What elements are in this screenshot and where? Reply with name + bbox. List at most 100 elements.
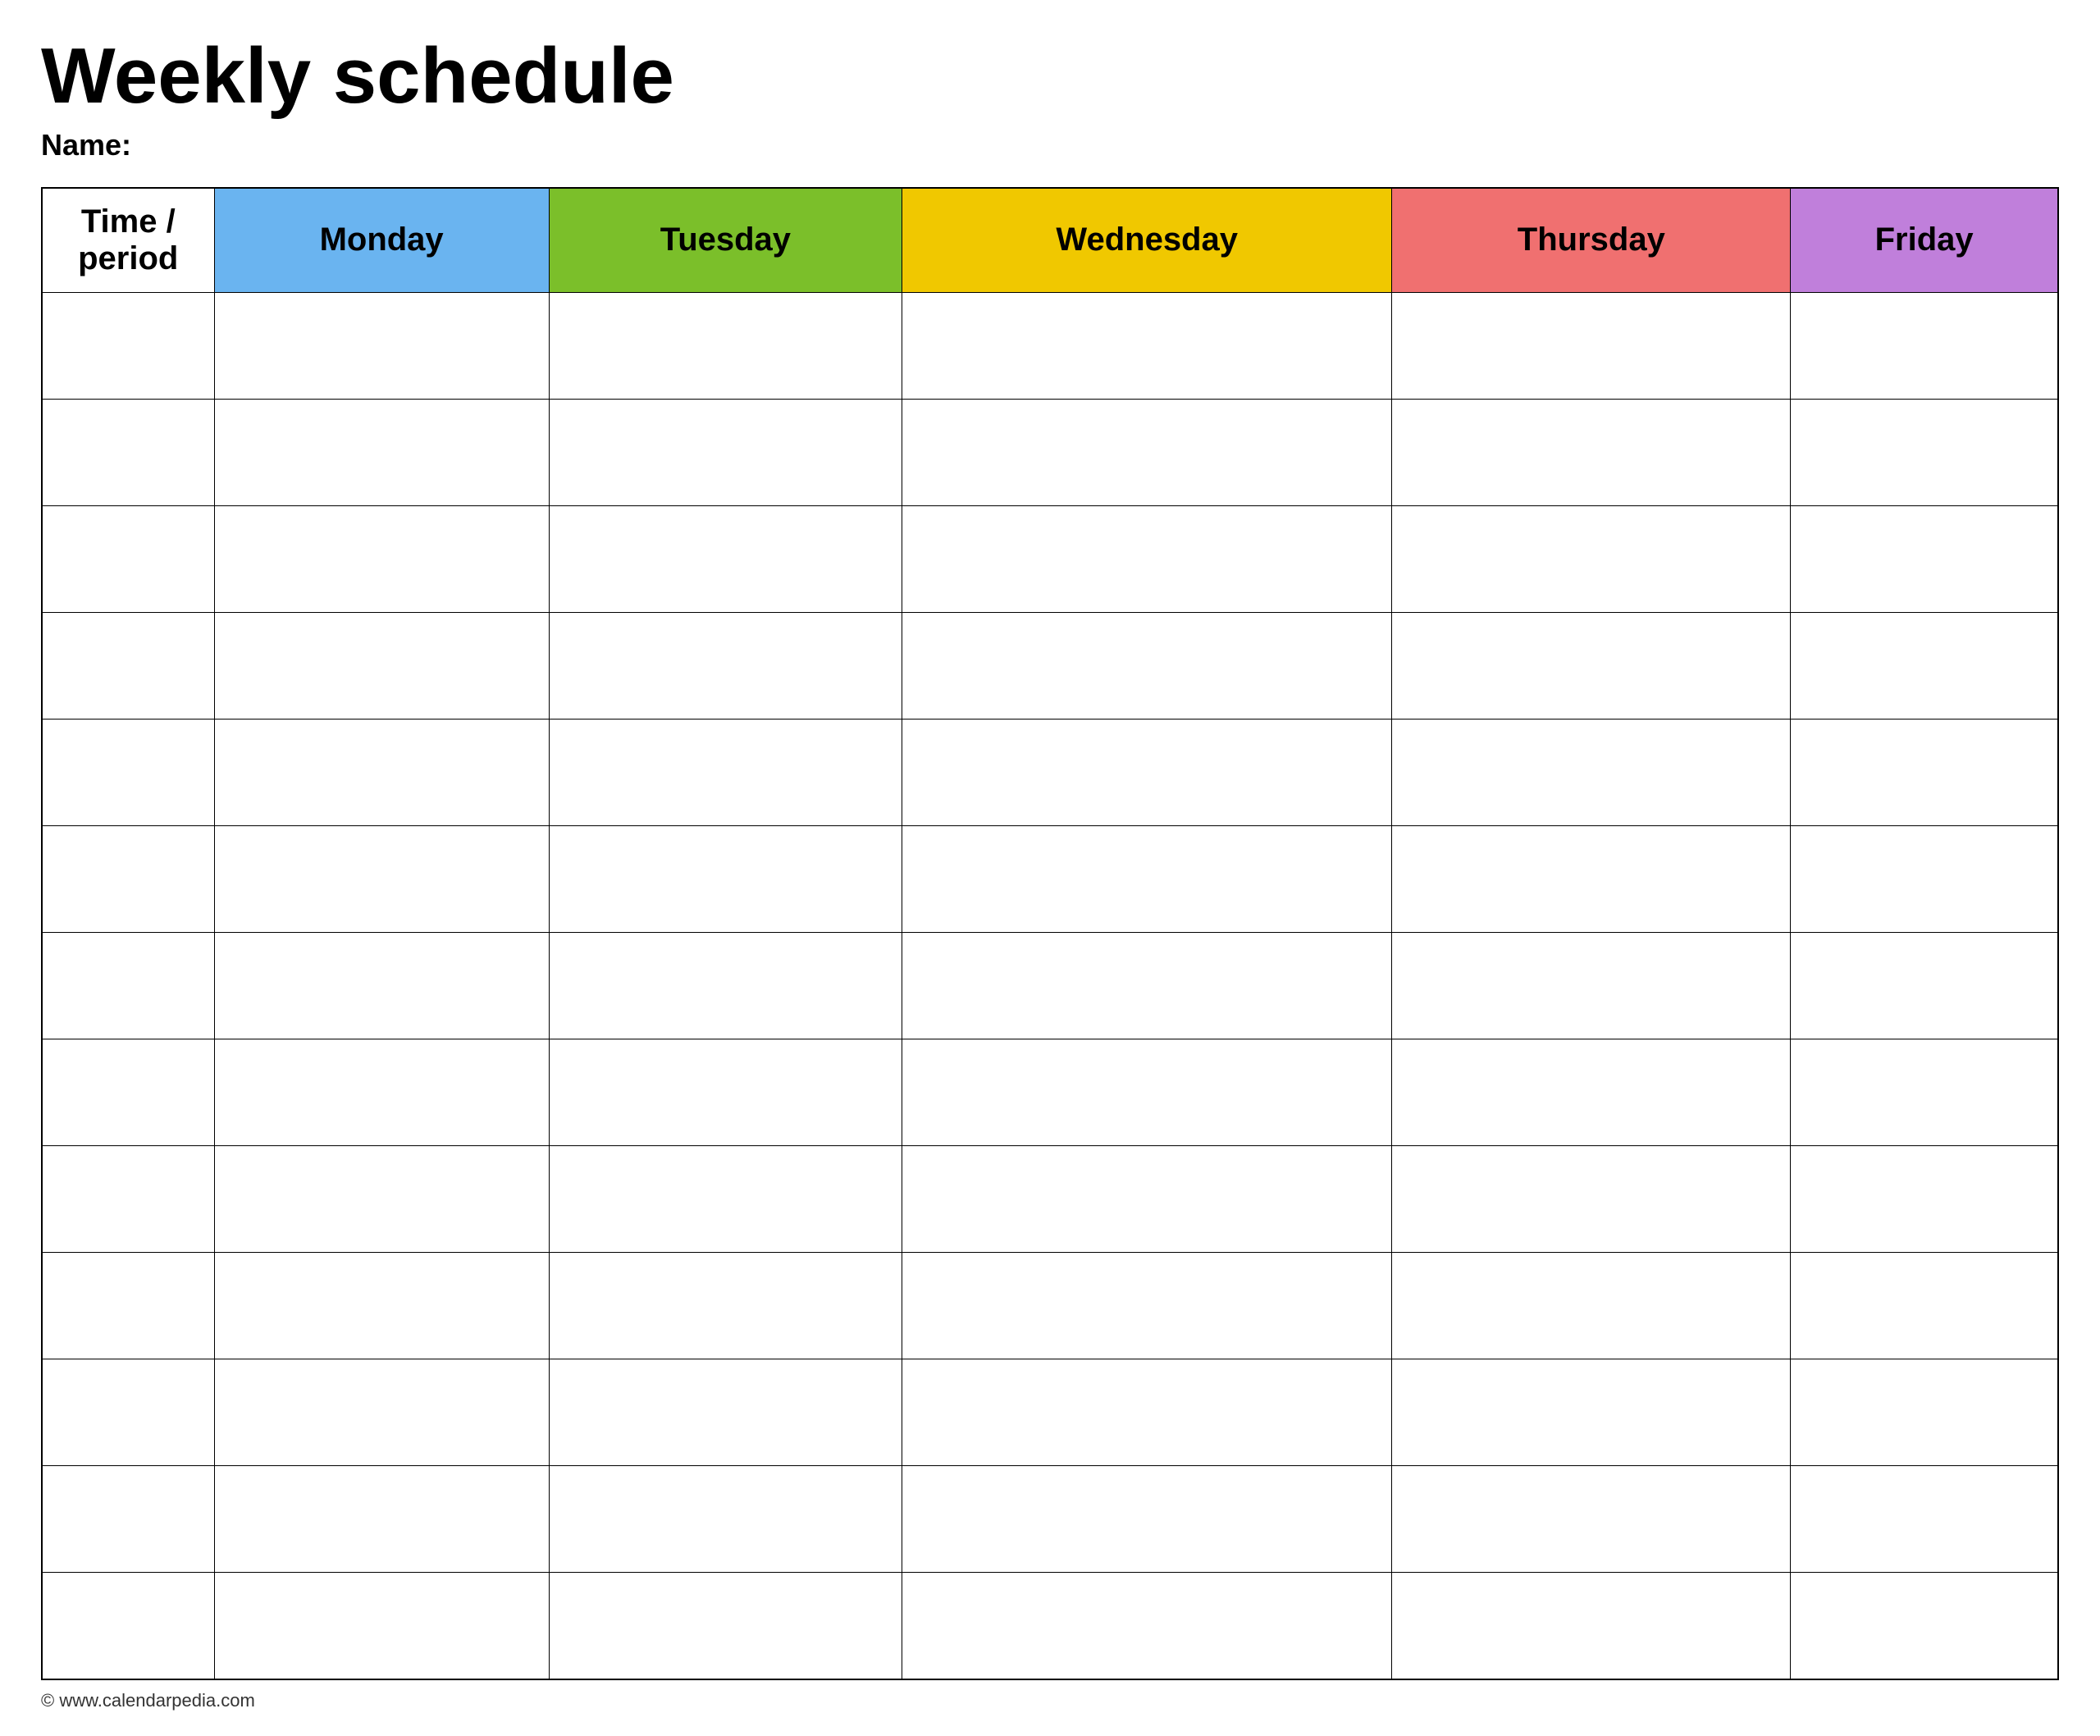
table-cell[interactable] (1791, 1146, 2058, 1253)
table-cell[interactable] (902, 293, 1392, 400)
table-row (42, 1146, 2058, 1253)
table-row (42, 613, 2058, 720)
table-cell[interactable] (902, 1466, 1392, 1573)
table-cell[interactable] (214, 1359, 549, 1466)
table-cell[interactable] (1791, 933, 2058, 1039)
table-cell[interactable] (1392, 1253, 1791, 1359)
table-cell[interactable] (42, 720, 214, 826)
table-cell[interactable] (1392, 1466, 1791, 1573)
table-cell[interactable] (42, 1466, 214, 1573)
table-cell[interactable] (1392, 720, 1791, 826)
table-cell[interactable] (42, 506, 214, 613)
table-row (42, 933, 2058, 1039)
table-cell[interactable] (1392, 293, 1791, 400)
table-cell[interactable] (214, 293, 549, 400)
table-cell[interactable] (214, 933, 549, 1039)
table-cell[interactable] (214, 1573, 549, 1679)
table-cell[interactable] (42, 826, 214, 933)
table-cell[interactable] (1791, 400, 2058, 506)
table-cell[interactable] (549, 1466, 902, 1573)
table-cell[interactable] (214, 613, 549, 720)
table-cell[interactable] (1392, 400, 1791, 506)
schedule-table: Time / period Monday Tuesday Wednesday T… (41, 187, 2059, 1680)
table-cell[interactable] (902, 613, 1392, 720)
table-cell[interactable] (1791, 720, 2058, 826)
header-row: Time / period Monday Tuesday Wednesday T… (42, 188, 2058, 293)
col-header-monday: Monday (214, 188, 549, 293)
table-cell[interactable] (1791, 1039, 2058, 1146)
table-row (42, 1039, 2058, 1146)
table-cell[interactable] (1791, 293, 2058, 400)
table-cell[interactable] (902, 1573, 1392, 1679)
table-cell[interactable] (902, 1039, 1392, 1146)
table-cell[interactable] (42, 613, 214, 720)
table-cell[interactable] (1392, 1359, 1791, 1466)
table-cell[interactable] (1791, 1573, 2058, 1679)
table-row (42, 1466, 2058, 1573)
table-cell[interactable] (1791, 1253, 2058, 1359)
table-cell[interactable] (549, 933, 902, 1039)
table-cell[interactable] (42, 1146, 214, 1253)
table-cell[interactable] (1392, 506, 1791, 613)
table-cell[interactable] (902, 1146, 1392, 1253)
table-cell[interactable] (214, 400, 549, 506)
table-cell[interactable] (42, 1573, 214, 1679)
table-cell[interactable] (1392, 826, 1791, 933)
table-cell[interactable] (1791, 826, 2058, 933)
col-header-friday: Friday (1791, 188, 2058, 293)
table-cell[interactable] (549, 826, 902, 933)
table-cell[interactable] (1392, 613, 1791, 720)
table-cell[interactable] (1791, 613, 2058, 720)
table-cell[interactable] (549, 1359, 902, 1466)
table-cell[interactable] (902, 1253, 1392, 1359)
table-cell[interactable] (549, 613, 902, 720)
name-label: Name: (41, 128, 2059, 162)
table-cell[interactable] (549, 1146, 902, 1253)
table-cell[interactable] (1791, 1359, 2058, 1466)
table-cell[interactable] (42, 1253, 214, 1359)
table-cell[interactable] (902, 933, 1392, 1039)
table-cell[interactable] (1392, 933, 1791, 1039)
table-cell[interactable] (42, 293, 214, 400)
table-cell[interactable] (1791, 1466, 2058, 1573)
table-row (42, 720, 2058, 826)
table-cell[interactable] (214, 1466, 549, 1573)
table-row (42, 293, 2058, 400)
table-row (42, 1573, 2058, 1679)
table-cell[interactable] (214, 720, 549, 826)
table-cell[interactable] (214, 1146, 549, 1253)
table-cell[interactable] (42, 933, 214, 1039)
col-header-wednesday: Wednesday (902, 188, 1392, 293)
table-cell[interactable] (902, 720, 1392, 826)
table-cell[interactable] (42, 400, 214, 506)
table-cell[interactable] (902, 506, 1392, 613)
table-cell[interactable] (1791, 506, 2058, 613)
table-cell[interactable] (902, 826, 1392, 933)
table-cell[interactable] (214, 826, 549, 933)
table-cell[interactable] (902, 400, 1392, 506)
table-cell[interactable] (549, 1039, 902, 1146)
table-cell[interactable] (214, 1253, 549, 1359)
footer-text: © www.calendarpedia.com (41, 1690, 2059, 1711)
table-cell[interactable] (549, 1573, 902, 1679)
table-cell[interactable] (1392, 1146, 1791, 1253)
table-cell[interactable] (42, 1039, 214, 1146)
table-cell[interactable] (214, 1039, 549, 1146)
table-cell[interactable] (1392, 1039, 1791, 1146)
table-row (42, 1253, 2058, 1359)
page-title: Weekly schedule (41, 33, 2059, 120)
table-cell[interactable] (549, 506, 902, 613)
table-cell[interactable] (214, 506, 549, 613)
table-row (42, 506, 2058, 613)
table-cell[interactable] (549, 720, 902, 826)
table-cell[interactable] (1392, 1573, 1791, 1679)
col-header-thursday: Thursday (1392, 188, 1791, 293)
table-cell[interactable] (549, 400, 902, 506)
table-cell[interactable] (42, 1359, 214, 1466)
table-cell[interactable] (549, 293, 902, 400)
table-cell[interactable] (549, 1253, 902, 1359)
table-cell[interactable] (902, 1359, 1392, 1466)
table-row (42, 1359, 2058, 1466)
table-row (42, 826, 2058, 933)
col-header-tuesday: Tuesday (549, 188, 902, 293)
